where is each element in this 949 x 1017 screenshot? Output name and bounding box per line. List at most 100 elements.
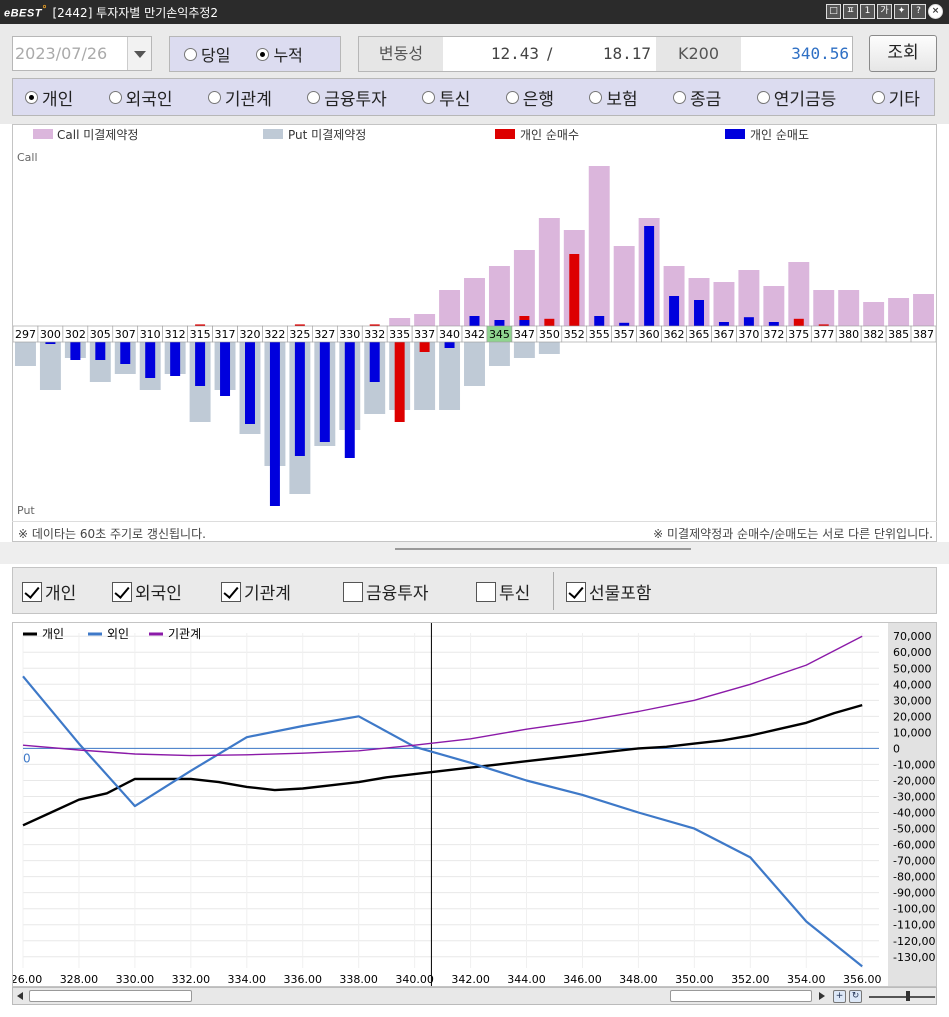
radio-icon: [871, 90, 885, 104]
pnl-grid: 0: [22, 623, 879, 986]
call-oi-bar-382: [863, 302, 885, 326]
call-oi-bar-357: [613, 246, 635, 326]
strike-row: 297 300 302 305 307 310 312 315 317 320 322 325 327 3…: [12, 325, 937, 343]
x-tick-label: 330.00: [116, 973, 155, 986]
volatility-call-value[interactable]: 12.43: [449, 37, 539, 71]
zoom-slider-handle[interactable]: [906, 991, 910, 1001]
legend-swatch-net-buy: [495, 129, 515, 139]
investor-radio-bank[interactable]: 은행: [505, 85, 554, 110]
strike-label-372: 372: [763, 328, 784, 341]
restore-icon[interactable]: □: [826, 4, 841, 19]
x-tick-label: 354.00: [787, 973, 826, 986]
strike-label-310: 310: [140, 328, 161, 341]
oi-legend: Call 미결제약정 Put 미결제약정 개인 순매수 개인 순매도: [33, 127, 809, 142]
index-value[interactable]: 340.56: [747, 37, 849, 71]
close-icon[interactable]: ×: [928, 4, 943, 19]
investor-radio-foreign[interactable]: 외국인: [108, 85, 173, 110]
y-tick-label: 40,000: [893, 678, 932, 691]
query-button[interactable]: 조회: [869, 35, 937, 72]
toggle-financial[interactable]: 금융투자: [343, 579, 429, 604]
zoom-slider[interactable]: [869, 996, 935, 998]
legend-net-sell: 개인 순매도: [750, 128, 809, 142]
mode-selector: 당일 누적: [169, 36, 341, 72]
investor-radio-pension[interactable]: 연기금등: [756, 85, 836, 110]
toggle-personal[interactable]: 개인: [22, 579, 76, 604]
radio-icon: [184, 47, 197, 61]
net-sell-bar-307: [120, 342, 131, 364]
pin-icon[interactable]: ㅍ: [843, 4, 858, 19]
net-sell-bar-355: [594, 316, 605, 326]
star-icon[interactable]: ✦: [894, 4, 909, 19]
scroll-left-icon[interactable]: [15, 990, 27, 1002]
app-logo: eBEST°: [4, 4, 47, 20]
net-sell-bar-332: [369, 342, 380, 382]
legend-call: Call 미결제약정: [57, 127, 138, 142]
strike-label-382: 382: [863, 328, 884, 341]
strike-label-332: 332: [364, 328, 385, 341]
title-bar: eBEST° [2442] 투자자별 만기손익추정2 □ ㅍ 1 가 ✦ ? ×: [0, 0, 949, 24]
chart-scrollbar[interactable]: + ↻: [12, 987, 937, 1005]
call-axis-label: Call: [17, 151, 38, 164]
toggle-include-futures[interactable]: 선물포함: [566, 579, 652, 604]
mode-cumulative-radio[interactable]: 누적: [256, 42, 303, 66]
open-interest-chart: Call 미결제약정 Put 미결제약정 개인 순매수 개인 순매도 Call …: [12, 124, 937, 542]
strike-label-362: 362: [664, 328, 685, 341]
investor-radio-insurance[interactable]: 보험: [589, 85, 638, 110]
pnl-series: [22, 635, 863, 968]
net-buy-bar-352: [569, 254, 580, 326]
scroll-thumb-left[interactable]: [29, 990, 192, 1002]
window-controls: □ ㅍ 1 가 ✦ ? ×: [826, 4, 943, 19]
y-tick-label: 20,000: [893, 710, 932, 723]
scroll-right-icon[interactable]: [815, 990, 827, 1002]
net-sell-bar-312: [170, 342, 181, 376]
zoom-reset-icon[interactable]: ↻: [849, 990, 862, 1003]
legend-swatch-put: [263, 129, 283, 139]
investor-radio-trust[interactable]: 투신: [422, 85, 470, 110]
panel-splitter[interactable]: [395, 548, 691, 552]
strike-label-345: 345: [489, 328, 510, 341]
x-tick-label: 338.00: [339, 973, 378, 986]
toggle-institution[interactable]: 기관계: [221, 579, 291, 604]
y-tick-label: -10,000: [893, 758, 935, 771]
legend-institution: 기관계: [168, 627, 201, 641]
screen-one-icon[interactable]: 1: [860, 4, 875, 19]
investor-selector: 개인 외국인 기관계 금융투자 투신 은행 보험 종금 연기금등 기타: [12, 78, 935, 116]
investor-radio-merchant-bank[interactable]: 종금: [673, 85, 721, 110]
help-icon[interactable]: ?: [911, 4, 926, 19]
date-picker[interactable]: 2023/07/26: [12, 36, 152, 71]
net-sell-bar-360: [644, 226, 655, 326]
call-oi-bar-337: [414, 314, 436, 326]
legend-swatch-net-sell: [725, 129, 745, 139]
strike-label-347: 347: [514, 328, 535, 341]
investor-radio-other[interactable]: 기타: [871, 85, 920, 110]
strike-label-327: 327: [314, 328, 335, 341]
toggle-trust[interactable]: 투신: [476, 579, 530, 604]
strike-label-375: 375: [788, 328, 809, 341]
radio-icon: [108, 90, 122, 104]
zoom-in-icon[interactable]: +: [833, 990, 846, 1003]
strike-label-350: 350: [539, 328, 560, 341]
chevron-down-icon[interactable]: [127, 37, 151, 70]
investor-radio-institution[interactable]: 기관계: [207, 85, 272, 110]
net-buy-bar-350: [544, 318, 555, 326]
strike-label-377: 377: [813, 328, 834, 341]
x-tick-label: 352.00: [731, 973, 770, 986]
x-tick-label: 336.00: [283, 973, 322, 986]
mode-daily-radio[interactable]: 당일: [184, 42, 230, 66]
strike-label-302: 302: [65, 328, 86, 341]
y-tick-label: -100,000: [893, 903, 936, 916]
net-sell-bar-302: [70, 342, 81, 360]
volatility-put-value[interactable]: 18.17: [559, 37, 651, 71]
investor-radio-financial[interactable]: 금융투자: [307, 85, 387, 110]
call-oi-bar-340: [439, 290, 461, 326]
call-oi-bar-350: [538, 218, 560, 326]
radio-icon: [422, 90, 436, 104]
scroll-thumb-right[interactable]: [670, 990, 812, 1002]
y-tick-label: 50,000: [893, 662, 932, 675]
toggle-foreign[interactable]: 외국인: [112, 579, 182, 604]
investor-radio-personal[interactable]: 개인: [25, 85, 73, 110]
x-tick-label: 356.00: [843, 973, 882, 986]
strike-label-365: 365: [689, 328, 710, 341]
font-size-icon[interactable]: 가: [877, 4, 892, 19]
call-oi-bar-372: [763, 286, 785, 326]
